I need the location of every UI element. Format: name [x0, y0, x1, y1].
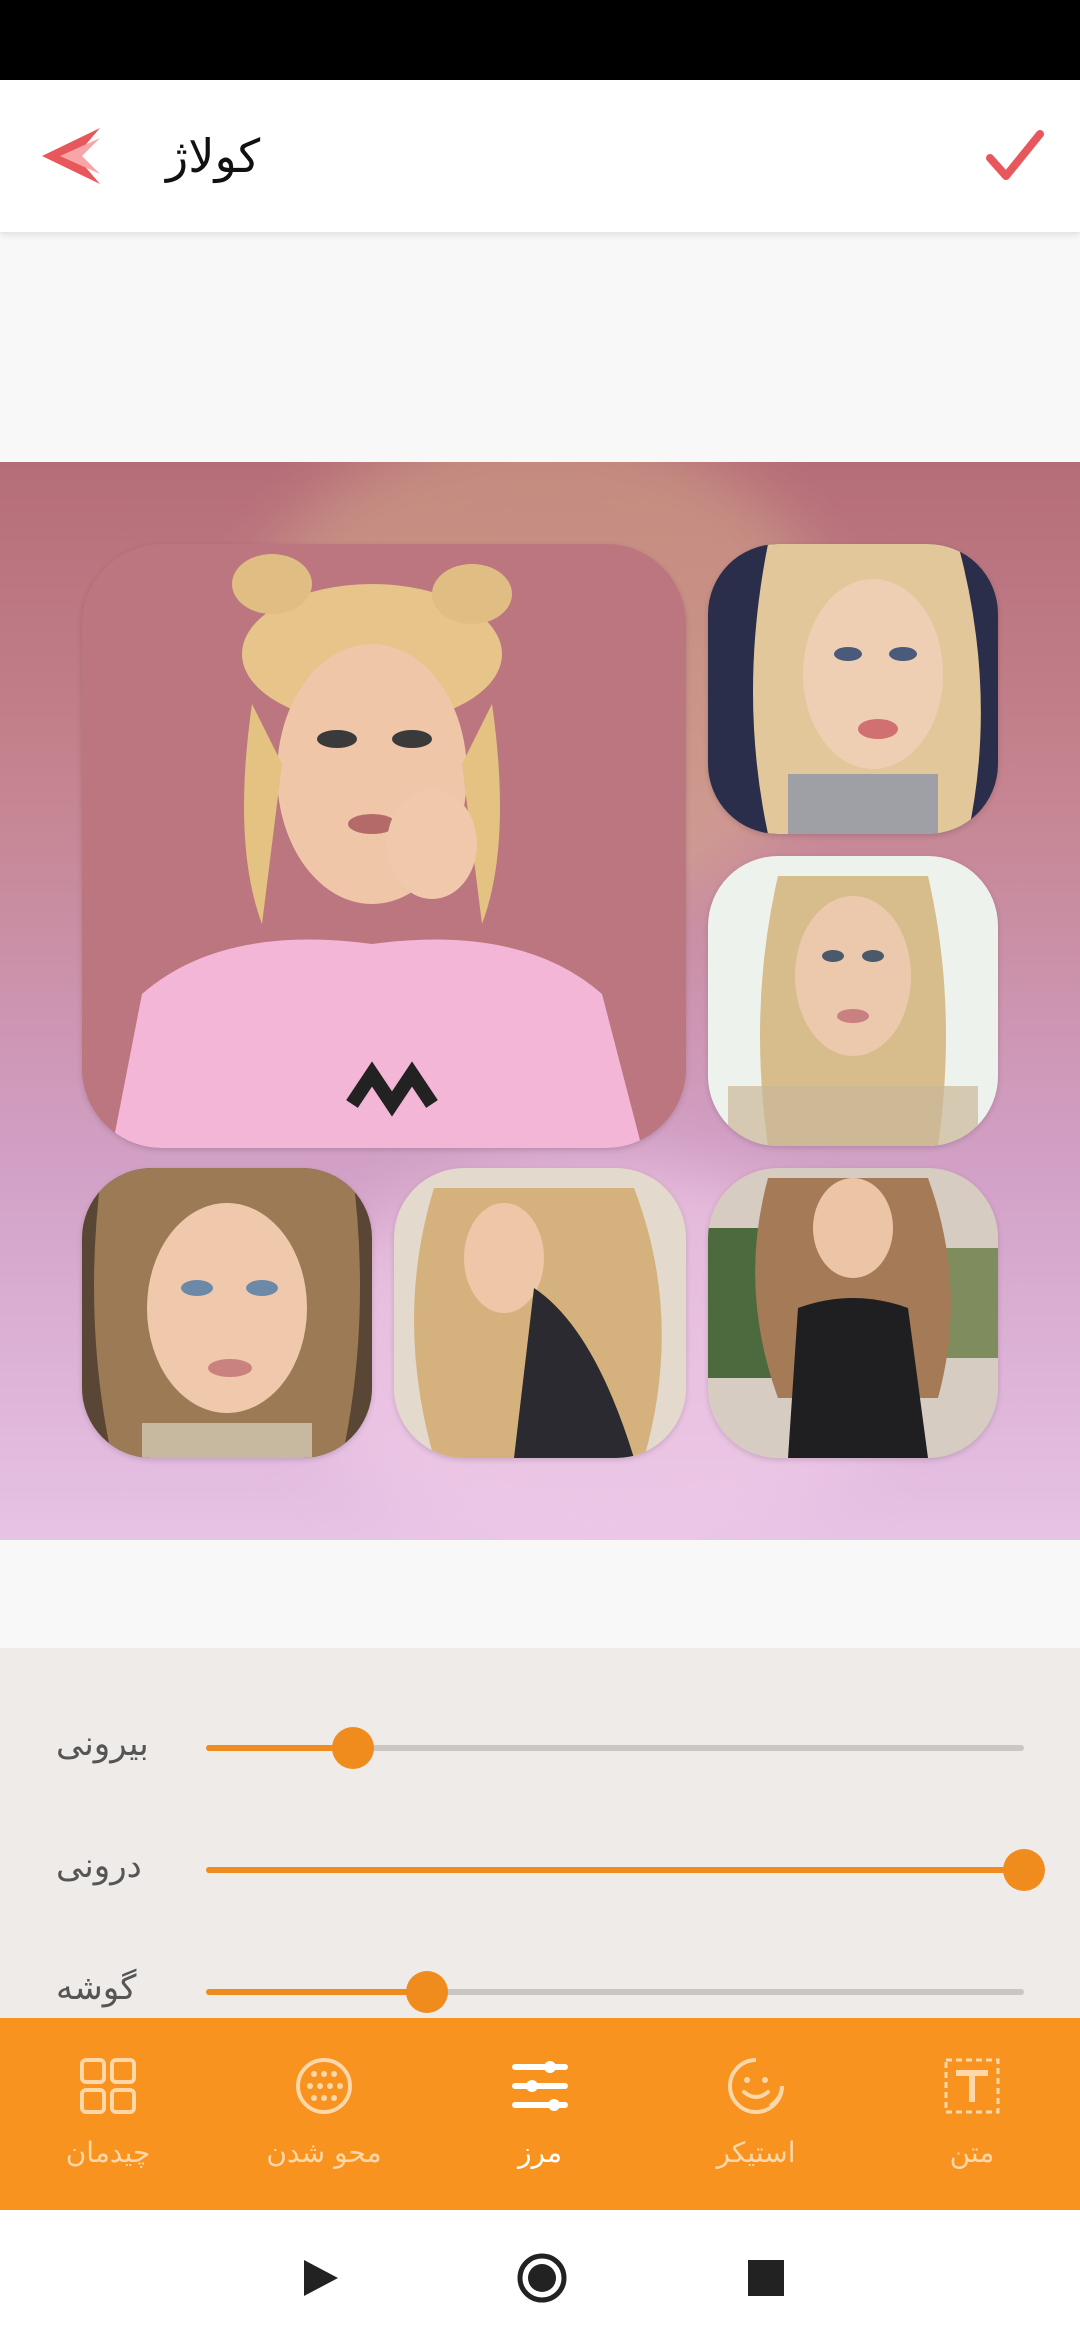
tab-sticker[interactable]: استیکر	[648, 2018, 864, 2210]
tab-blur-label: محو شدن	[266, 2136, 382, 2169]
inner-border-slider-thumb[interactable]	[1003, 1849, 1045, 1891]
corner-radius-slider-thumb[interactable]	[405, 1971, 448, 2013]
tab-layout-label: چیدمان	[65, 2136, 151, 2169]
triangle-play-icon[interactable]	[298, 2256, 342, 2300]
status-bar	[0, 0, 1080, 80]
circle-home-icon[interactable]	[516, 2252, 568, 2304]
border-icon	[512, 2061, 568, 2111]
outer-border-slider[interactable]	[206, 1727, 1024, 1769]
tab-border[interactable]: مرز	[432, 2018, 648, 2210]
border-settings-panel: بیرونی درونی گوشه	[0, 1648, 1080, 2018]
collage-photo-6[interactable]	[708, 1168, 998, 1458]
bottom-toolbar: چیدمان محو شدن مرز استیکر متن	[0, 2018, 1080, 2210]
app-bar: کولاژ	[0, 80, 1080, 233]
outer-border-label: بیرونی	[56, 1724, 149, 1764]
tab-border-label: مرز	[518, 2136, 562, 2169]
blur-icon	[296, 2058, 352, 2114]
double-chevron-left-icon[interactable]	[38, 126, 104, 186]
tab-text[interactable]: متن	[864, 2018, 1080, 2210]
system-navigation-bar	[0, 2210, 1080, 2340]
collage-photo-2[interactable]	[708, 544, 998, 834]
tab-text-label: متن	[949, 2136, 995, 2169]
outer-border-slider-row: بیرونی	[0, 1708, 1080, 1788]
text-icon	[944, 2058, 1000, 2114]
collage-photo-5[interactable]	[394, 1168, 686, 1458]
inner-border-label: درونی	[56, 1846, 142, 1886]
outer-border-slider-thumb[interactable]	[332, 1727, 375, 1769]
sticker-icon	[728, 2058, 784, 2114]
tab-sticker-label: استیکر	[716, 2136, 796, 2169]
check-icon[interactable]	[982, 124, 1046, 188]
inner-border-slider-row: درونی	[0, 1830, 1080, 1910]
collage-preview	[0, 462, 1080, 1540]
collage-photo-3[interactable]	[708, 856, 998, 1146]
page-title: کولاژ	[166, 129, 261, 183]
collage-photo-4[interactable]	[82, 1168, 372, 1458]
corner-radius-slider[interactable]	[206, 1971, 1024, 2013]
inner-border-slider[interactable]	[206, 1849, 1045, 1891]
square-recents-icon[interactable]	[744, 2256, 788, 2300]
collage-photo-1[interactable]	[82, 544, 686, 1148]
layout-icon	[80, 2058, 136, 2114]
tab-layout[interactable]: چیدمان	[0, 2018, 216, 2210]
corner-radius-label: گوشه	[56, 1968, 137, 2008]
tab-blur[interactable]: محو شدن	[216, 2018, 432, 2210]
